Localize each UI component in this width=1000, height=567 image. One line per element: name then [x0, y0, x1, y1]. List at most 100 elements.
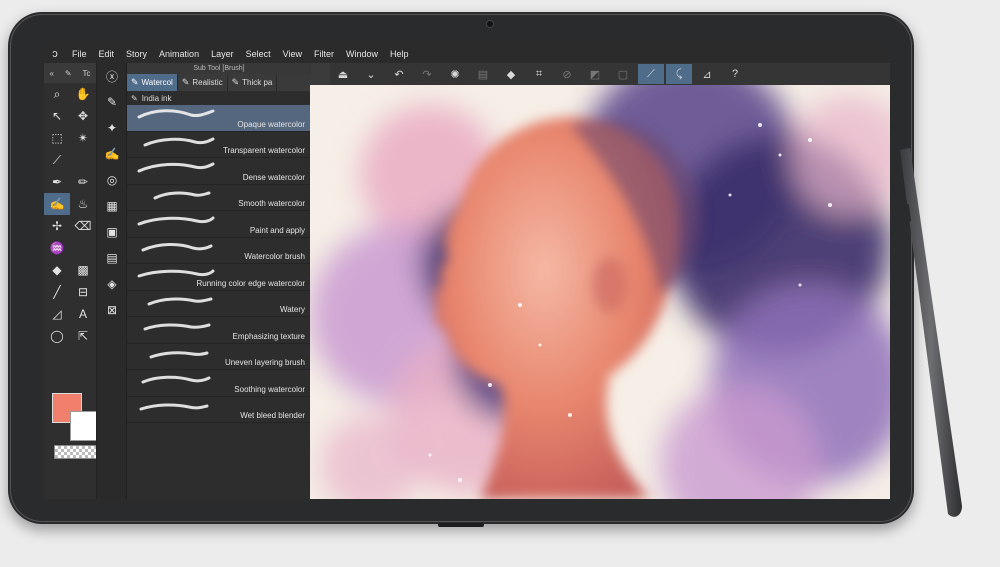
brush-stroke-preview — [143, 137, 215, 146]
brush-item[interactable]: Dense watercolor — [127, 158, 311, 185]
close-panel-icon[interactable]: ⓧ — [97, 63, 127, 89]
menu-file[interactable]: File — [66, 49, 93, 59]
brush-stroke-preview — [141, 242, 213, 251]
selection-icon[interactable]: ▢ — [610, 64, 636, 84]
brush-name: Uneven layering brush — [224, 358, 305, 367]
tab-realistic[interactable]: ✎ Realistic — [178, 74, 228, 91]
subtool-brush-icon[interactable]: ✎ — [97, 89, 127, 115]
layer-icon[interactable]: ◈ — [97, 271, 127, 297]
brush-name: Soothing watercolor — [234, 384, 305, 394]
help-icon[interactable]: ? — [722, 64, 748, 84]
ruler-icon[interactable]: ⊿ — [694, 64, 720, 84]
hand-icon[interactable]: ✋ — [70, 83, 96, 105]
navigator-icon[interactable]: ▣ — [97, 219, 127, 245]
correct-line-icon[interactable]: ⇱ — [70, 325, 96, 347]
menu-animation[interactable]: Animation — [153, 49, 205, 59]
empty-slot — [70, 149, 96, 171]
brush-item[interactable]: Watery — [127, 291, 311, 317]
brush-tab-icon: ✎ — [181, 77, 190, 87]
redo-icon[interactable]: ↷ — [414, 64, 440, 84]
menu-bar: ↄ File Edit Story Animation Layer Select… — [44, 45, 890, 63]
deselect-icon[interactable]: ⊘ — [554, 64, 580, 84]
brush-icon[interactable]: ✍ — [44, 193, 70, 215]
brush-name: Wet bleed blender — [240, 411, 305, 420]
brush-item[interactable]: Soothing watercolor — [127, 370, 311, 397]
drawing-canvas[interactable] — [310, 85, 890, 499]
transparent-color-swatch[interactable] — [54, 445, 102, 459]
stabilization-icon[interactable]: ⟋ — [638, 64, 664, 84]
brush-item[interactable]: Smooth watercolor — [127, 185, 311, 211]
brush-item[interactable]: Watercolor brush — [127, 238, 311, 264]
app-logo-icon[interactable]: ↄ — [44, 48, 66, 60]
brush-item[interactable]: Opaque watercolor — [127, 105, 311, 132]
brush-stroke-preview — [143, 323, 211, 331]
collapse-icon[interactable]: « — [49, 69, 53, 78]
chevron-down-icon[interactable]: ⌄ — [358, 64, 384, 84]
frame-icon[interactable]: ⊟ — [70, 281, 96, 303]
brush-stroke-preview — [149, 350, 209, 358]
subtool-settings-icon[interactable]: ✦ — [97, 115, 127, 141]
tool-palette: « ✎ Tc ⌕ ✋ ↖ ✥ ⬚ ✴ ⟋ ✒ ✏ ✍ ♨ ✢ ⌫ ♒ ◆ ▩ ╱… — [44, 63, 102, 499]
brush-name: Running color edge watercolor — [196, 278, 305, 288]
fill-icon[interactable]: ◆ — [498, 64, 524, 84]
brush-item[interactable]: Wet bleed blender — [127, 397, 311, 423]
color-swatches — [50, 393, 102, 459]
loading-icon[interactable]: ✺ — [442, 64, 468, 84]
menu-layer[interactable]: Layer — [205, 49, 240, 59]
operation-icon[interactable]: ↖ — [44, 105, 70, 127]
menu-story[interactable]: Story — [120, 49, 153, 59]
blend-icon[interactable]: ♒ — [44, 237, 70, 259]
invert-selection-icon[interactable]: ◩ — [582, 64, 608, 84]
selection-tool-icon[interactable]: ⬚ — [44, 127, 70, 149]
fill-tool-icon[interactable]: ◆ — [44, 259, 70, 281]
crop-icon[interactable]: ⌗ — [526, 64, 552, 84]
move-icon[interactable]: ✥ — [70, 105, 96, 127]
brush-name: Paint and apply — [249, 225, 305, 235]
layer-property-icon[interactable]: ⊠ — [97, 297, 127, 323]
brush-stroke-preview — [139, 402, 209, 410]
gradient-icon[interactable]: ▩ — [70, 259, 96, 281]
pen-icon[interactable]: ✒ — [44, 171, 70, 193]
tablet-device: ↄ File Edit Story Animation Layer Select… — [8, 12, 914, 527]
brush-group-india-ink[interactable]: ✎ India ink — [127, 91, 311, 105]
brush-item[interactable]: Running color edge watercolor — [127, 264, 311, 291]
eraser-icon[interactable]: ⌫ — [70, 215, 96, 237]
pen-tab-icon[interactable]: ✎ — [65, 69, 72, 78]
ruler-tool-icon[interactable]: ◿ — [44, 303, 70, 325]
brush-stroke-preview — [141, 375, 211, 384]
material-icon[interactable]: ▤ — [97, 245, 127, 271]
brush-name: Dense watercolor — [242, 172, 305, 182]
menu-toggle-icon[interactable]: ⏏ — [330, 64, 356, 84]
panel-title: Sub Tool [Brush] — [127, 63, 311, 74]
menu-edit[interactable]: Edit — [93, 49, 121, 59]
menu-select[interactable]: Select — [240, 49, 277, 59]
subtool-detail-icon[interactable]: ✍ — [97, 141, 127, 167]
tool-tab-label[interactable]: Tc — [83, 69, 91, 78]
color-set-icon[interactable]: ▦ — [97, 193, 127, 219]
tab-thick-paint[interactable]: ✎ Thick pa — [228, 74, 278, 91]
color-wheel-icon[interactable]: ◎ — [97, 167, 127, 193]
tab-watercolor[interactable]: ✎ Watercol — [127, 74, 178, 91]
brush-stroke-preview — [153, 191, 211, 199]
zoom-icon[interactable]: ⌕ — [44, 83, 70, 105]
menu-view[interactable]: View — [277, 49, 308, 59]
menu-window[interactable]: Window — [340, 49, 384, 59]
brush-item[interactable]: Transparent watercolor — [127, 132, 311, 158]
undo-icon[interactable]: ↶ — [386, 64, 412, 84]
balloon-icon[interactable]: ◯ — [44, 325, 70, 347]
watercolor-portrait-illustration — [310, 85, 890, 499]
figure-icon[interactable]: ╱ — [44, 281, 70, 303]
snap-icon[interactable]: ⤹ — [666, 64, 692, 84]
clear-layer-icon[interactable]: ▤ — [470, 64, 496, 84]
decoration-icon[interactable]: ✢ — [44, 215, 70, 237]
brush-item[interactable]: Emphasizing texture — [127, 317, 311, 344]
brush-item[interactable]: Paint and apply — [127, 211, 311, 238]
pencil-icon[interactable]: ✏ — [70, 171, 96, 193]
eyedropper-icon[interactable]: ⟋ — [44, 149, 70, 171]
menu-help[interactable]: Help — [384, 49, 415, 59]
text-icon[interactable]: A — [70, 303, 96, 325]
magic-wand-icon[interactable]: ✴ — [70, 127, 96, 149]
menu-filter[interactable]: Filter — [308, 49, 340, 59]
brush-item[interactable]: Uneven layering brush — [127, 344, 311, 370]
airbrush-icon[interactable]: ♨ — [70, 193, 96, 215]
